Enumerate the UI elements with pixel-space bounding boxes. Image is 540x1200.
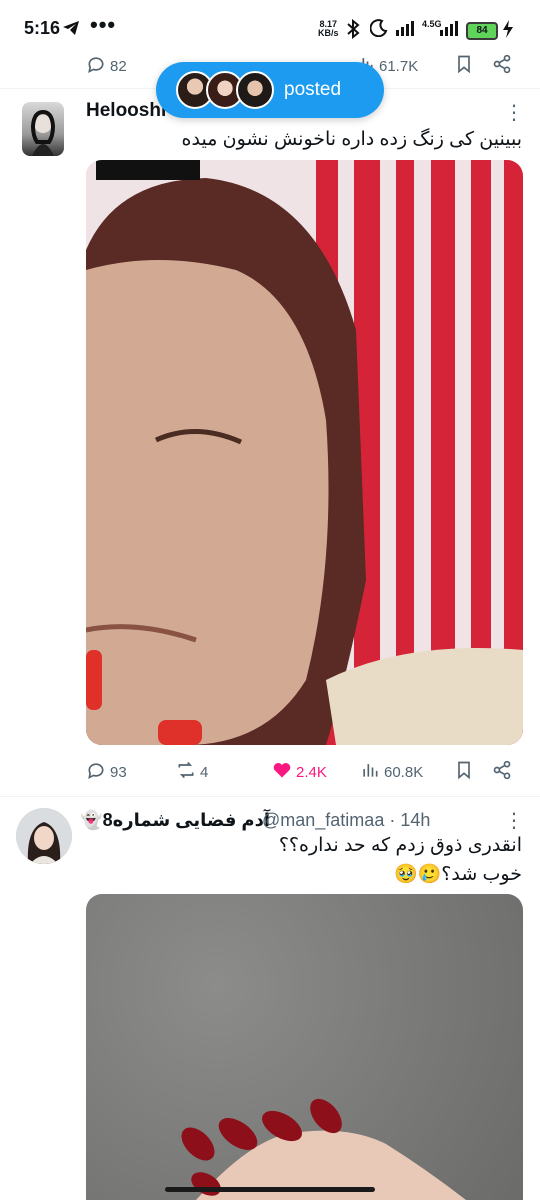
share-button[interactable] xyxy=(492,760,512,784)
tweet-text-line1: انقدری ذوق زدم که حد نداره؟؟ xyxy=(278,835,522,856)
status-dots: ••• xyxy=(90,12,117,37)
like-button[interactable]: 2.4K xyxy=(272,760,327,784)
tweet-author-name[interactable]: Helooshi xyxy=(86,100,166,122)
retweet-icon xyxy=(176,760,196,784)
avatar[interactable] xyxy=(16,808,72,864)
network-speed: 8.17 KB/s xyxy=(318,20,339,38)
like-icon xyxy=(272,760,292,784)
new-posts-pill[interactable]: ↑ posted xyxy=(156,62,384,118)
tweet-media[interactable] xyxy=(86,160,523,745)
reply-button[interactable]: 93 xyxy=(86,760,127,784)
charging-icon xyxy=(502,20,514,43)
telegram-icon xyxy=(62,20,80,41)
share-icon xyxy=(492,54,512,78)
bookmark-icon xyxy=(454,54,474,78)
tweet-text: ببینین کی زنگ زده داره ناخونش نشون میده xyxy=(181,129,522,150)
like-count: 2.4K xyxy=(296,763,327,781)
tweet-text-line2: خوب شد؟🥲🥹 xyxy=(393,864,522,885)
tweet-actions: 93 4 2.4K 60.8K xyxy=(0,750,540,790)
new-posts-label: posted xyxy=(284,79,342,100)
reply-icon xyxy=(86,760,106,784)
tweet-author-handle[interactable]: @man_fatimaa · 14h xyxy=(262,810,430,831)
status-time: 5:16 xyxy=(24,18,61,38)
views-count: 60.8K xyxy=(384,763,424,781)
network-speed-unit: KB/s xyxy=(318,28,339,38)
bookmark-icon xyxy=(454,760,474,784)
signal-icon xyxy=(396,20,420,41)
tweet-author-name[interactable]: آدم فضایی شماره8👻 xyxy=(80,810,270,831)
more-icon[interactable]: ⋮ xyxy=(504,100,525,125)
home-indicator[interactable] xyxy=(165,1187,375,1192)
reply-count: 82 xyxy=(110,57,127,75)
reply-button[interactable]: 82 xyxy=(86,54,127,78)
status-bar: 5:16 ••• 8.17 KB/s 4.5G 84 xyxy=(0,0,540,46)
bookmark-button[interactable] xyxy=(454,54,474,78)
share-icon xyxy=(492,760,512,784)
views-count: 61.7K xyxy=(379,57,419,75)
avatar[interactable] xyxy=(22,102,64,156)
divider xyxy=(0,796,540,797)
battery-indicator: 84 xyxy=(466,22,498,40)
retweet-button[interactable]: 4 xyxy=(176,760,208,784)
reply-icon xyxy=(86,54,106,78)
bookmark-button[interactable] xyxy=(454,760,474,784)
share-button[interactable] xyxy=(492,54,512,78)
network-type: 4.5G xyxy=(422,19,442,29)
tweet-media[interactable] xyxy=(86,894,523,1200)
signal-icon xyxy=(440,20,462,41)
bluetooth-icon xyxy=(346,18,360,44)
views-icon xyxy=(360,760,380,784)
moon-icon xyxy=(369,19,388,42)
retweet-count: 4 xyxy=(200,763,209,781)
more-icon[interactable]: ⋮ xyxy=(504,808,525,833)
reply-count: 93 xyxy=(110,763,127,781)
views-button[interactable]: 60.8K xyxy=(360,760,423,784)
avatar xyxy=(236,71,274,109)
